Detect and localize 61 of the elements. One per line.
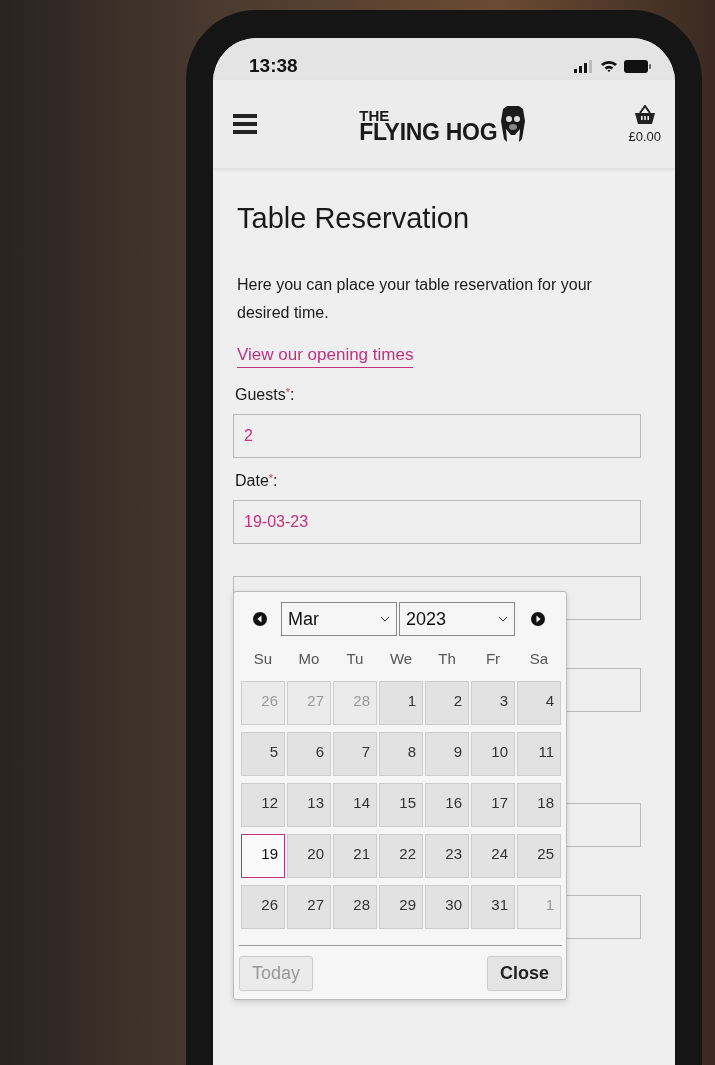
weekday-label: We bbox=[388, 650, 414, 669]
page-title: Table Reservation bbox=[237, 202, 471, 235]
day-cell[interactable]: 3 bbox=[471, 681, 515, 725]
day-cell[interactable]: 29 bbox=[379, 885, 423, 929]
day-cell[interactable]: 23 bbox=[425, 834, 469, 878]
opening-times-link[interactable]: View our opening times bbox=[237, 345, 414, 368]
month-select[interactable]: Mar bbox=[281, 602, 397, 636]
day-cell[interactable]: 10 bbox=[471, 732, 515, 776]
chevron-icon bbox=[498, 616, 508, 622]
day-cell[interactable]: 15 bbox=[379, 783, 423, 827]
day-cell[interactable]: 18 bbox=[517, 783, 561, 827]
day-cell[interactable]: 2 bbox=[425, 681, 469, 725]
day-cell[interactable]: 16 bbox=[425, 783, 469, 827]
weekday-label: Mo bbox=[297, 650, 321, 669]
site-logo[interactable]: THE FLYING HOG bbox=[359, 105, 527, 143]
menu-icon[interactable] bbox=[233, 114, 257, 134]
chevron-icon bbox=[380, 616, 390, 622]
close-button[interactable]: Close bbox=[486, 956, 562, 991]
day-cell[interactable]: 6 bbox=[287, 732, 331, 776]
day-cell[interactable]: 20 bbox=[287, 834, 331, 878]
day-cell[interactable]: 19 bbox=[241, 834, 285, 878]
day-cell[interactable]: 1 bbox=[379, 681, 423, 725]
day-cell[interactable]: 11 bbox=[517, 732, 561, 776]
day-cell[interactable]: 24 bbox=[471, 834, 515, 878]
day-cell[interactable]: 13 bbox=[287, 783, 331, 827]
weekday-label: Su bbox=[252, 650, 274, 669]
input-field[interactable]: 2 bbox=[233, 414, 641, 458]
previous-icon[interactable] bbox=[253, 612, 267, 626]
day-cell[interactable]: 17 bbox=[471, 783, 515, 827]
year-select[interactable]: 2023 bbox=[399, 602, 515, 636]
status-time: 13:38 bbox=[249, 55, 298, 77]
day-cell[interactable]: 22 bbox=[379, 834, 423, 878]
day-cell[interactable]: 8 bbox=[379, 732, 423, 776]
weekday-label: Tu bbox=[345, 650, 365, 669]
field-label: Guests*: bbox=[235, 386, 296, 404]
day-cell[interactable]: 9 bbox=[425, 732, 469, 776]
day-cell[interactable]: 12 bbox=[241, 783, 285, 827]
day-cell[interactable]: 21 bbox=[333, 834, 377, 878]
day-cell[interactable]: 5 bbox=[241, 732, 285, 776]
cart-total: £0.00 bbox=[628, 128, 661, 144]
day-cell[interactable]: 30 bbox=[425, 885, 469, 929]
day-cell[interactable]: 26 bbox=[241, 885, 285, 929]
next-icon[interactable] bbox=[531, 612, 545, 626]
wifi-icon bbox=[600, 59, 618, 73]
basket-icon[interactable] bbox=[633, 104, 656, 125]
weekday-label: Fr bbox=[484, 650, 502, 669]
field-label: Date*: bbox=[235, 472, 279, 490]
hog-head-icon bbox=[500, 105, 527, 143]
day-cell[interactable]: 14 bbox=[333, 783, 377, 827]
weekday-label: Th bbox=[437, 650, 457, 669]
weekday-label: Sa bbox=[528, 650, 550, 669]
input-field[interactable]: 19-03-23 bbox=[233, 500, 641, 544]
day-cell[interactable]: 31 bbox=[471, 885, 515, 929]
intro-text: Here you can place your table reservation for your desired time. bbox=[237, 275, 593, 323]
day-cell[interactable]: 27 bbox=[287, 885, 331, 929]
day-cell[interactable]: 4 bbox=[517, 681, 561, 725]
day-cell[interactable]: 25 bbox=[517, 834, 561, 878]
signal-icon bbox=[574, 59, 594, 73]
day-cell[interactable]: 28 bbox=[333, 885, 377, 929]
day-cell[interactable]: 7 bbox=[333, 732, 377, 776]
battery-icon bbox=[624, 59, 651, 73]
